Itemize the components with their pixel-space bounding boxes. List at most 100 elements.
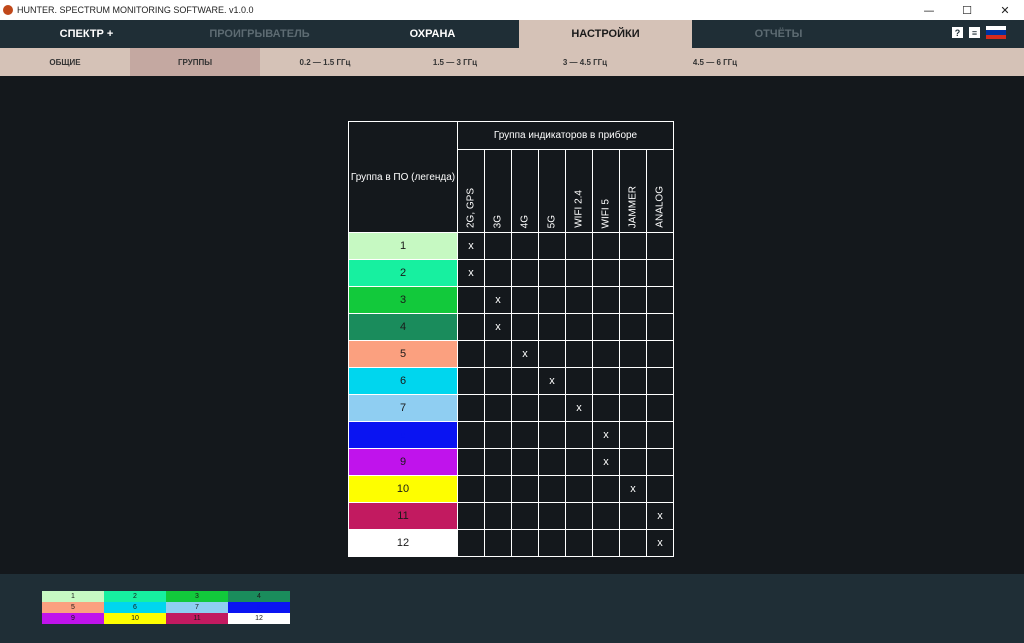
assignment-cell[interactable]	[565, 259, 593, 287]
assignment-cell[interactable]	[565, 421, 593, 449]
assignment-cell[interactable]	[565, 232, 593, 260]
assignment-cell[interactable]	[592, 502, 620, 530]
assignment-cell[interactable]	[538, 286, 566, 314]
sub-tab-5[interactable]: 4.5 — 6 ГГц	[650, 48, 780, 76]
assignment-cell[interactable]	[592, 259, 620, 287]
assignment-cell[interactable]	[457, 421, 485, 449]
assignment-cell[interactable]	[457, 367, 485, 395]
assignment-cell[interactable]	[457, 529, 485, 557]
assignment-cell[interactable]	[538, 340, 566, 368]
assignment-cell[interactable]	[646, 394, 674, 422]
assignment-cell[interactable]	[511, 502, 539, 530]
assignment-cell[interactable]	[484, 448, 512, 476]
assignment-cell[interactable]	[592, 394, 620, 422]
assignment-cell[interactable]	[538, 502, 566, 530]
assignment-cell[interactable]	[484, 367, 512, 395]
assignment-cell[interactable]	[538, 448, 566, 476]
assignment-cell[interactable]: x	[511, 340, 539, 368]
assignment-cell[interactable]	[619, 502, 647, 530]
assignment-cell[interactable]	[565, 367, 593, 395]
assignment-cell[interactable]	[565, 340, 593, 368]
assignment-cell[interactable]	[538, 259, 566, 287]
assignment-cell[interactable]	[646, 367, 674, 395]
assignment-cell[interactable]	[484, 502, 512, 530]
assignment-cell[interactable]	[457, 286, 485, 314]
assignment-cell[interactable]	[457, 475, 485, 503]
nav-tab-3[interactable]: НАСТРОЙКИ	[519, 20, 692, 48]
assignment-cell[interactable]	[511, 394, 539, 422]
sub-tab-1[interactable]: ГРУППЫ	[130, 48, 260, 76]
assignment-cell[interactable]	[511, 286, 539, 314]
nav-tab-0[interactable]: СПЕКТР +	[0, 20, 173, 48]
assignment-cell[interactable]	[484, 232, 512, 260]
assignment-cell[interactable]	[538, 232, 566, 260]
sub-tab-3[interactable]: 1.5 — 3 ГГц	[390, 48, 520, 76]
assignment-cell[interactable]: x	[592, 448, 620, 476]
assignment-cell[interactable]	[646, 448, 674, 476]
assignment-cell[interactable]	[457, 313, 485, 341]
assignment-cell[interactable]: x	[457, 232, 485, 260]
assignment-cell[interactable]	[646, 475, 674, 503]
assignment-cell[interactable]	[511, 448, 539, 476]
close-button[interactable]: ✕	[986, 0, 1024, 20]
assignment-cell[interactable]: x	[484, 286, 512, 314]
assignment-cell[interactable]	[511, 475, 539, 503]
assignment-cell[interactable]: x	[646, 529, 674, 557]
group-cell[interactable]: 12	[348, 529, 458, 557]
sub-tab-2[interactable]: 0.2 — 1.5 ГГц	[260, 48, 390, 76]
document-icon[interactable]: ≡	[969, 27, 980, 38]
assignment-cell[interactable]	[538, 394, 566, 422]
assignment-cell[interactable]	[592, 313, 620, 341]
group-cell[interactable]: 9	[348, 448, 458, 476]
assignment-cell[interactable]	[484, 475, 512, 503]
assignment-cell[interactable]	[619, 448, 647, 476]
assignment-cell[interactable]	[565, 475, 593, 503]
assignment-cell[interactable]	[619, 421, 647, 449]
assignment-cell[interactable]	[565, 529, 593, 557]
nav-tab-2[interactable]: ОХРАНА	[346, 20, 519, 48]
assignment-cell[interactable]	[619, 259, 647, 287]
group-cell[interactable]: 6	[348, 367, 458, 395]
assignment-cell[interactable]	[646, 232, 674, 260]
assignment-cell[interactable]	[538, 313, 566, 341]
assignment-cell[interactable]	[592, 367, 620, 395]
group-cell[interactable]: 3	[348, 286, 458, 314]
assignment-cell[interactable]	[511, 421, 539, 449]
assignment-cell[interactable]	[619, 529, 647, 557]
assignment-cell[interactable]	[511, 529, 539, 557]
assignment-cell[interactable]	[484, 421, 512, 449]
assignment-cell[interactable]	[457, 448, 485, 476]
group-cell[interactable]: 10	[348, 475, 458, 503]
assignment-cell[interactable]	[619, 367, 647, 395]
assignment-cell[interactable]	[646, 340, 674, 368]
assignment-cell[interactable]: x	[592, 421, 620, 449]
assignment-cell[interactable]	[646, 313, 674, 341]
assignment-cell[interactable]	[538, 421, 566, 449]
assignment-cell[interactable]	[484, 259, 512, 287]
assignment-cell[interactable]	[646, 286, 674, 314]
assignment-cell[interactable]	[511, 259, 539, 287]
sub-tab-4[interactable]: 3 — 4.5 ГГц	[520, 48, 650, 76]
assignment-cell[interactable]	[511, 232, 539, 260]
group-cell[interactable]: 11	[348, 502, 458, 530]
sub-tab-0[interactable]: ОБЩИЕ	[0, 48, 130, 76]
assignment-cell[interactable]	[511, 313, 539, 341]
assignment-cell[interactable]	[538, 529, 566, 557]
assignment-cell[interactable]: x	[619, 475, 647, 503]
assignment-cell[interactable]: x	[484, 313, 512, 341]
assignment-cell[interactable]	[619, 232, 647, 260]
assignment-cell[interactable]	[457, 502, 485, 530]
minimize-button[interactable]: —	[910, 0, 948, 20]
assignment-cell[interactable]	[592, 475, 620, 503]
assignment-cell[interactable]	[592, 529, 620, 557]
group-cell[interactable]: 1	[348, 232, 458, 260]
group-cell[interactable]: 5	[348, 340, 458, 368]
language-flag-icon[interactable]	[986, 26, 1006, 39]
assignment-cell[interactable]: x	[646, 502, 674, 530]
maximize-button[interactable]: ☐	[948, 0, 986, 20]
assignment-cell[interactable]	[619, 340, 647, 368]
assignment-cell[interactable]	[511, 367, 539, 395]
assignment-cell[interactable]	[457, 394, 485, 422]
assignment-cell[interactable]	[619, 313, 647, 341]
group-cell[interactable]: 8	[348, 421, 458, 449]
